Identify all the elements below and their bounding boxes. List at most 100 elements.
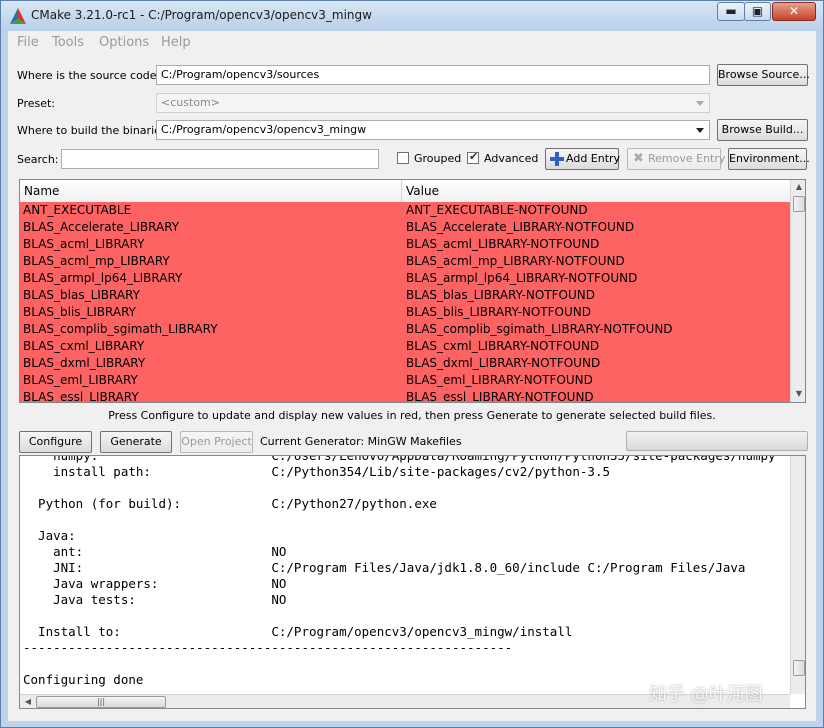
entry-value[interactable]: BLAS_complib_sgimath_LIBRARY-NOTFOUND (406, 321, 673, 338)
configure-button[interactable]: Configure (19, 431, 92, 453)
entry-value[interactable]: BLAS_armpl_lp64_LIBRARY-NOTFOUND (406, 270, 637, 287)
preset-value: <custom> (161, 96, 220, 109)
table-row[interactable]: BLAS_acml_LIBRARY BLAS_acml_LIBRARY-NOTFO… (20, 236, 790, 253)
search-input[interactable] (61, 149, 379, 169)
table-row[interactable]: ANT_EXECUTABLE ANT_EXECUTABLE-NOTFOUND (20, 202, 790, 219)
search-label: Search: (17, 153, 59, 166)
table-header: Name Value (20, 180, 790, 203)
remove-entry-button[interactable]: ✖ Remove Entry (627, 148, 725, 170)
maximize-button[interactable]: ▣ (744, 2, 771, 21)
open-project-button[interactable]: Open Project (180, 431, 253, 453)
table-row[interactable]: BLAS_armpl_lp64_LIBRARY BLAS_armpl_lp64_L… (20, 270, 790, 287)
menu-bar: File Tools Options Help (8, 31, 816, 53)
entry-value[interactable]: BLAS_cxml_LIBRARY-NOTFOUND (406, 338, 599, 355)
entry-name: BLAS_blas_LIBRARY (23, 288, 140, 302)
table-row[interactable]: BLAS_essl_LIBRARY BLAS_essl_LIBRARY-NOTFO… (20, 389, 790, 402)
output-vertical-scrollbar[interactable] (790, 456, 805, 694)
minimize-icon: ▬ (725, 4, 737, 18)
grouped-label: Grouped (414, 152, 462, 165)
entry-value[interactable]: ANT_EXECUTABLE-NOTFOUND (406, 202, 588, 219)
output-text: numpy: C:/Users/Lenovo/AppData/Roaming/P… (23, 455, 776, 687)
entry-name: BLAS_acml_LIBRARY (23, 237, 145, 251)
output-log[interactable]: numpy: C:/Users/Lenovo/AppData/Roaming/P… (19, 455, 806, 709)
table-row[interactable]: BLAS_dxml_LIBRARY BLAS_dxml_LIBRARY-NOTFO… (20, 355, 790, 372)
column-divider[interactable] (401, 180, 402, 202)
table-row[interactable]: BLAS_cxml_LIBRARY BLAS_cxml_LIBRARY-NOTFO… (20, 338, 790, 355)
table-row[interactable]: BLAS_eml_LIBRARY BLAS_eml_LIBRARY-NOTFOUN… (20, 372, 790, 389)
table-row[interactable]: BLAS_Accelerate_LIBRARY BLAS_Accelerate_L… (20, 219, 790, 236)
preset-label: Preset: (17, 97, 56, 110)
entry-value[interactable]: BLAS_essl_LIBRARY-NOTFOUND (406, 389, 594, 402)
source-path-field[interactable]: C:/Program/opencv3/sources (156, 65, 710, 85)
remove-entry-label: Remove Entry (648, 152, 726, 165)
table-row[interactable]: BLAS_blas_LIBRARY BLAS_blas_LIBRARY-NOTFO… (20, 287, 790, 304)
scroll-left-icon[interactable]: ◀ (20, 695, 36, 708)
column-header-value[interactable]: Value (406, 184, 439, 198)
cache-entries-table[interactable]: Name Value ANT_EXECUTABLE ANT_EXECUTABLE-… (19, 179, 806, 403)
entry-name: BLAS_dxml_LIBRARY (23, 356, 146, 370)
entry-value[interactable]: BLAS_Accelerate_LIBRARY-NOTFOUND (406, 219, 634, 236)
plus-icon (550, 152, 564, 166)
table-row[interactable]: BLAS_blis_LIBRARY BLAS_blis_LIBRARY-NOTFO… (20, 304, 790, 321)
chevron-down-icon (696, 101, 704, 106)
remove-icon: ✖ (633, 151, 644, 166)
close-icon: ✕ (788, 4, 800, 18)
scroll-up-icon[interactable]: ▲ (791, 180, 805, 194)
source-label: Where is the source code: (17, 69, 161, 82)
advanced-checkbox[interactable]: ✔ (467, 150, 479, 164)
configure-hint-text: Press Configure to update and display ne… (108, 409, 716, 422)
cmake-logo-icon (10, 8, 26, 24)
advanced-label: Advanced (484, 152, 539, 165)
status-bar (8, 711, 816, 721)
build-path-value: C:/Program/opencv3/opencv3_mingw (161, 123, 367, 136)
table-rows: ANT_EXECUTABLE ANT_EXECUTABLE-NOTFOUND BLA… (20, 202, 790, 402)
current-generator-label: Current Generator: MinGW Makefiles (260, 435, 462, 448)
menu-tools[interactable]: Tools (52, 35, 84, 50)
entry-value[interactable]: BLAS_acml_mp_LIBRARY-NOTFOUND (406, 253, 625, 270)
entry-value[interactable]: BLAS_blas_LIBRARY-NOTFOUND (406, 287, 595, 304)
close-button[interactable]: ✕ (772, 2, 816, 21)
title-bar[interactable]: CMake 3.21.0-rc1 - C:/Program/opencv3/op… (1, 1, 823, 31)
build-label: Where to build the binaries: (17, 124, 171, 137)
entry-value[interactable]: BLAS_dxml_LIBRARY-NOTFOUND (406, 355, 600, 372)
build-path-combo[interactable]: C:/Program/opencv3/opencv3_mingw (156, 120, 710, 140)
scrollbar-thumb[interactable] (793, 660, 805, 676)
menu-file[interactable]: File (17, 35, 39, 50)
table-row[interactable]: BLAS_acml_mp_LIBRARY BLAS_acml_mp_LIBRARY… (20, 253, 790, 270)
watermark: 知乎 @叶河图 (649, 684, 763, 705)
entry-value[interactable]: BLAS_eml_LIBRARY-NOTFOUND (406, 372, 593, 389)
maximize-icon: ▣ (751, 4, 764, 18)
scrollbar-thumb[interactable] (793, 196, 805, 212)
table-vertical-scrollbar[interactable]: ▲ ▼ (790, 180, 805, 402)
browse-build-button[interactable]: Browse Build... (717, 119, 808, 141)
window-title: CMake 3.21.0-rc1 - C:/Program/opencv3/op… (31, 8, 372, 22)
entry-name: BLAS_blis_LIBRARY (23, 305, 136, 319)
entry-name: BLAS_cxml_LIBRARY (23, 339, 145, 353)
menu-options[interactable]: Options (99, 35, 149, 50)
progress-bar (626, 431, 808, 451)
add-entry-label: Add Entry (566, 152, 621, 165)
column-header-name[interactable]: Name (24, 184, 59, 198)
browse-source-button[interactable]: Browse Source... (717, 64, 810, 86)
grouped-checkbox[interactable] (397, 152, 409, 164)
entry-value[interactable]: BLAS_acml_LIBRARY-NOTFOUND (406, 236, 599, 253)
entry-value[interactable]: BLAS_blis_LIBRARY-NOTFOUND (406, 304, 591, 321)
chevron-down-icon[interactable] (696, 128, 704, 133)
scrollbar-thumb[interactable]: ||| (36, 696, 166, 708)
generate-button[interactable]: Generate (100, 431, 172, 453)
minimize-button[interactable]: ▬ (717, 2, 745, 21)
entry-name: BLAS_complib_sgimath_LIBRARY (23, 322, 218, 336)
entry-name: BLAS_Accelerate_LIBRARY (23, 220, 180, 234)
scroll-down-icon[interactable]: ▼ (791, 387, 805, 401)
table-row[interactable]: BLAS_complib_sgimath_LIBRARY BLAS_complib… (20, 321, 790, 338)
entry-name: BLAS_eml_LIBRARY (23, 373, 138, 387)
preset-combo: <custom> (156, 93, 710, 113)
menu-help[interactable]: Help (161, 35, 191, 50)
environment-button[interactable]: Environment... (728, 148, 810, 170)
entry-name: BLAS_essl_LIBRARY (23, 390, 139, 402)
entry-name: BLAS_acml_mp_LIBRARY (23, 254, 170, 268)
cmake-window: CMake 3.21.0-rc1 - C:/Program/opencv3/op… (0, 0, 824, 728)
main-client-area: File Tools Options Help Where is the sou… (8, 31, 816, 721)
add-entry-button[interactable]: Add Entry (545, 148, 621, 170)
entry-name: BLAS_armpl_lp64_LIBRARY (23, 271, 183, 285)
